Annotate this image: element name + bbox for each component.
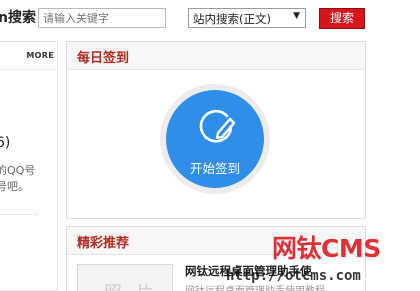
- start-checkin-label: 开始签到: [189, 161, 240, 176]
- checkin-panel-header: 每日签到: [67, 42, 365, 70]
- left-panel-header: MORE: [0, 42, 58, 70]
- chevron-down-icon: ▼: [293, 11, 300, 21]
- search-scope-value: 站内搜索(正文): [193, 12, 271, 26]
- search-input[interactable]: [38, 8, 166, 28]
- recommend-panel-title: 精彩推荐: [77, 236, 130, 251]
- daily-checkin-panel: 每日签到 开始签到: [66, 41, 366, 219]
- left-count-text: 6): [0, 135, 11, 151]
- checkin-panel-title: 每日签到: [77, 51, 130, 66]
- more-link[interactable]: MORE: [26, 51, 54, 60]
- checkin-button-ring: 开始签到: [160, 84, 270, 194]
- search-bar: n搜索 站内搜索(正文) ▼ 搜索: [0, 0, 420, 34]
- edit-checkin-icon: [199, 109, 236, 143]
- left-description-line-2: 号吧。: [0, 180, 29, 193]
- watermark-logo: 网钛CMS: [272, 234, 381, 263]
- thumbnail-placeholder-text: 照片: [104, 279, 168, 291]
- recommend-item-thumbnail[interactable]: 照片: [77, 264, 173, 291]
- watermark-url: http://otcms.com: [226, 268, 361, 284]
- left-description-line-1: 的QQ号: [0, 164, 36, 177]
- search-title: n搜索: [0, 10, 36, 26]
- dotted-divider: [0, 214, 38, 215]
- start-checkin-button[interactable]: 开始签到: [166, 90, 264, 188]
- search-scope-select[interactable]: 站内搜索(正文) ▼: [188, 8, 306, 28]
- search-button[interactable]: 搜索: [319, 8, 365, 29]
- left-sidebar-panel: MORE 6) 的QQ号 号吧。: [0, 41, 58, 291]
